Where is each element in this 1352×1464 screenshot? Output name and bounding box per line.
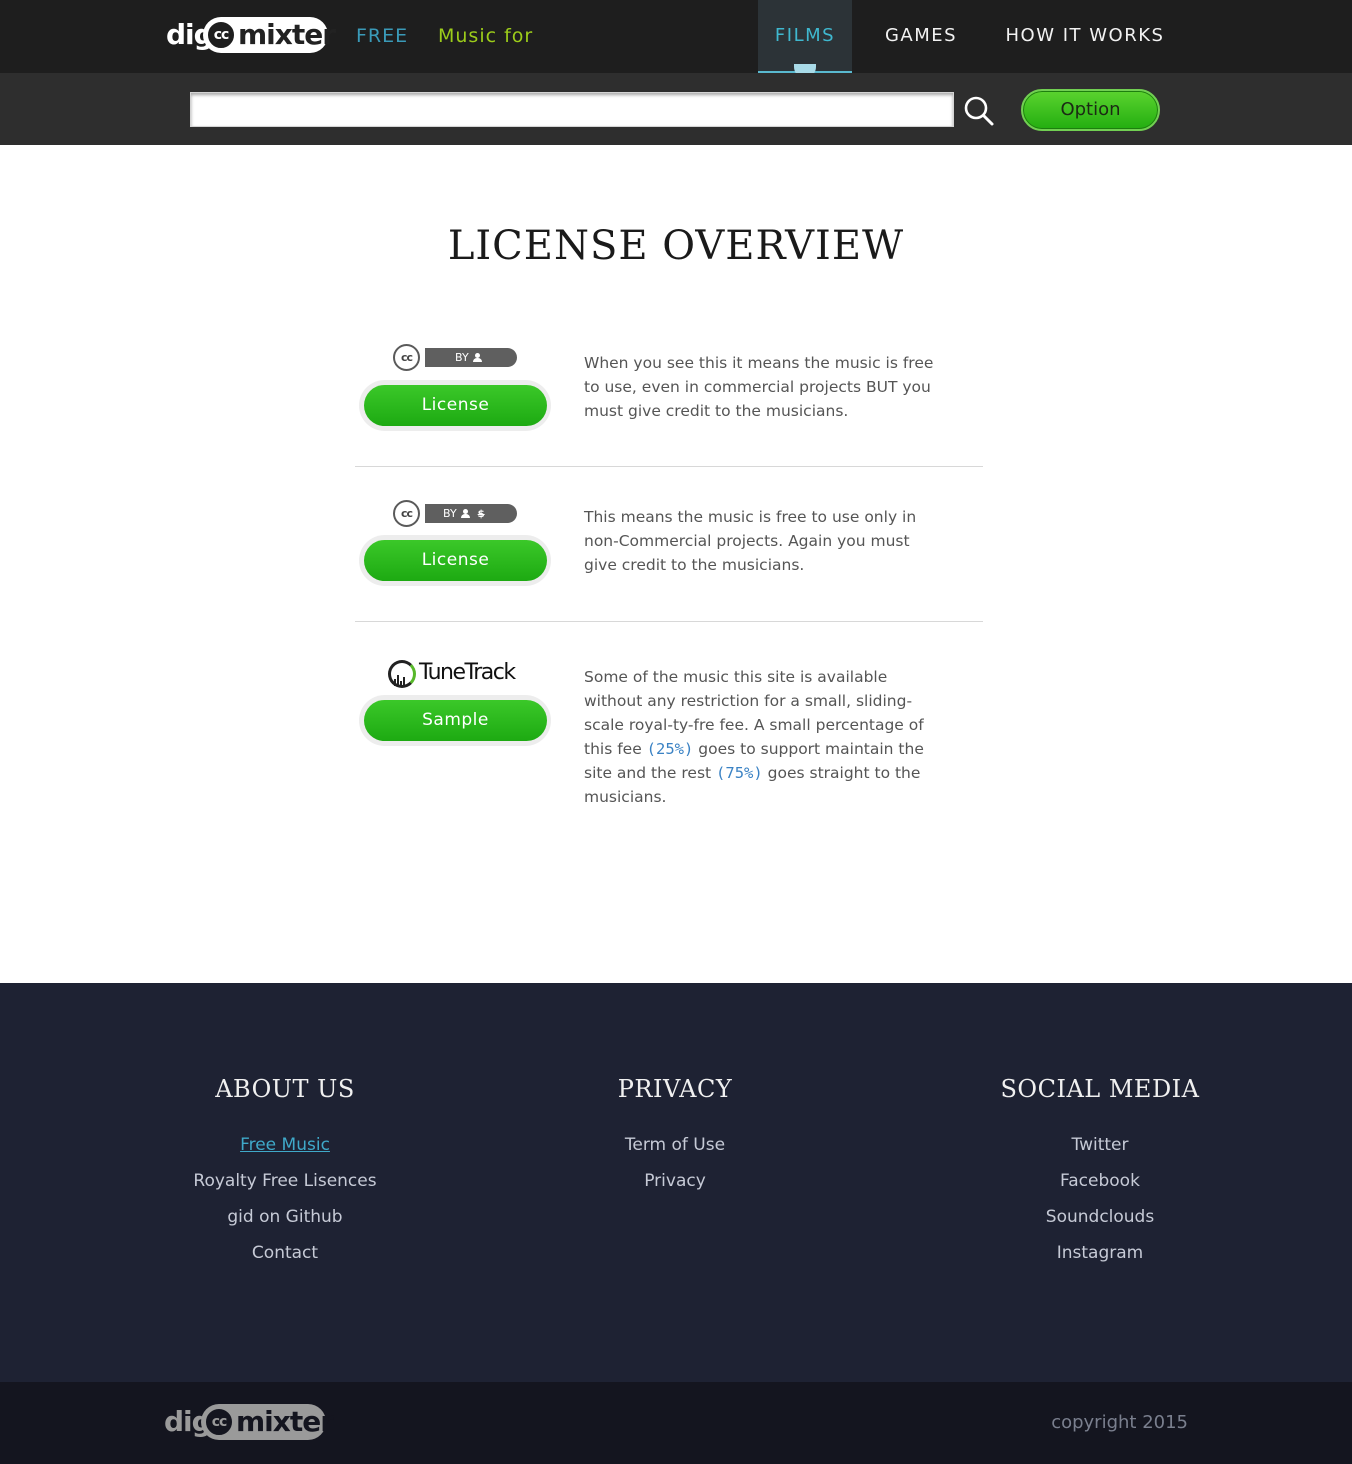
nav-music-for-label: Music for: [438, 25, 534, 47]
bottom-bar: dig cc mixter copyright 2015: [0, 1382, 1352, 1464]
footer-link-soundcloud[interactable]: Soundclouds: [1000, 1199, 1200, 1235]
nav-item-games[interactable]: GAMES: [878, 0, 964, 73]
license-row: cc BY License When you see this it means…: [355, 330, 983, 467]
footer-column-privacy: PRIVACY Term of Use Privacy: [580, 1071, 770, 1199]
sample-button[interactable]: Sample: [359, 695, 551, 746]
creative-commons-icon: cc: [393, 500, 420, 527]
page-title: LICENSE OVERVIEW: [447, 223, 905, 269]
license-button-label: License: [364, 385, 547, 426]
attribution-person-icon: [460, 509, 470, 518]
footer-link-github[interactable]: gid on Github: [180, 1199, 390, 1235]
by-label: BY: [455, 351, 469, 364]
nav-item-how-it-works-label: HOW IT WORKS: [1005, 25, 1165, 46]
license-description: This means the music is free to use only…: [584, 508, 917, 574]
footer: ABOUT US Free Music Royalty Free Lisence…: [0, 983, 1352, 1382]
footer-column-about: ABOUT US Free Music Royalty Free Lisence…: [180, 1071, 390, 1271]
top-navigation: dig cc mixter FREE Music for FILMS GAMES…: [0, 0, 1352, 78]
nav-item-films-label: FILMS: [774, 25, 836, 46]
footer-link-free-music[interactable]: Free Music: [180, 1127, 390, 1163]
copyright-text: copyright 2015: [1051, 1412, 1188, 1433]
footer-link-contact[interactable]: Contact: [180, 1235, 390, 1271]
logo-mixter-text: mixter: [238, 18, 336, 51]
footer-column-social: SOCIAL MEDIA Twitter Facebook Soundcloud…: [1000, 1071, 1200, 1271]
digccmixter-logo[interactable]: dig cc mixter: [165, 17, 336, 55]
license-button[interactable]: License: [359, 380, 551, 431]
nav-item-games-label: GAMES: [884, 25, 958, 46]
nav-item-how-it-works[interactable]: HOW IT WORKS: [1004, 0, 1166, 73]
tunetrack-bars-icon: [394, 668, 410, 686]
license-row: TuneTrack Sample Some of the music this …: [355, 622, 983, 806]
license-row: cc BY $ License This means the music is f…: [355, 467, 983, 622]
search-button[interactable]: [962, 95, 996, 127]
footer-link-terms[interactable]: Term of Use: [580, 1127, 770, 1163]
site-percentage: (25%): [646, 740, 694, 758]
sample-button-label: Sample: [364, 700, 547, 741]
tunetrack-wordmark: TuneTrack: [419, 660, 516, 685]
cc-by-badge: cc BY: [393, 344, 519, 372]
attribution-strip: BY $: [425, 504, 517, 523]
logo-cc-icon: cc: [205, 19, 237, 51]
logo-cc-icon: cc: [203, 1406, 235, 1438]
footer-heading-about: ABOUT US: [215, 1075, 355, 1103]
search-input[interactable]: [190, 92, 954, 127]
footer-heading-privacy: PRIVACY: [617, 1075, 733, 1103]
footer-link-twitter[interactable]: Twitter: [1000, 1127, 1200, 1163]
nav-free-label: FREE: [356, 25, 409, 47]
footer-link-facebook[interactable]: Facebook: [1000, 1163, 1200, 1199]
search-icon: [964, 96, 994, 126]
license-description: When you see this it means the music is …: [584, 354, 934, 420]
logo-mixter-text: mixter: [236, 1405, 334, 1438]
attribution-strip: BY: [425, 348, 517, 367]
non-commercial-icon: $: [477, 509, 485, 520]
tunetrack-logo: TuneTrack: [388, 658, 516, 688]
cc-by-nc-badge: cc BY $: [393, 500, 519, 528]
license-description: Some of the music this site is available…: [584, 665, 934, 809]
license-button-label: License: [364, 540, 547, 581]
by-label: BY: [443, 507, 457, 520]
option-button[interactable]: Option: [1021, 89, 1160, 131]
footer-link-instagram[interactable]: Instagram: [1000, 1235, 1200, 1271]
musicians-percentage: (75%): [716, 764, 763, 782]
nav-item-films[interactable]: FILMS: [758, 0, 852, 78]
search-bar: Option: [0, 73, 1352, 145]
footer-heading-social: SOCIAL MEDIA: [1000, 1075, 1200, 1103]
creative-commons-icon: cc: [393, 344, 420, 371]
footer-logo[interactable]: dig cc mixter: [163, 1404, 334, 1442]
footer-link-privacy[interactable]: Privacy: [580, 1163, 770, 1199]
footer-link-royalty-free[interactable]: Royalty Free Lisences: [180, 1163, 390, 1199]
license-button[interactable]: License: [359, 535, 551, 586]
attribution-person-icon: [472, 353, 482, 362]
